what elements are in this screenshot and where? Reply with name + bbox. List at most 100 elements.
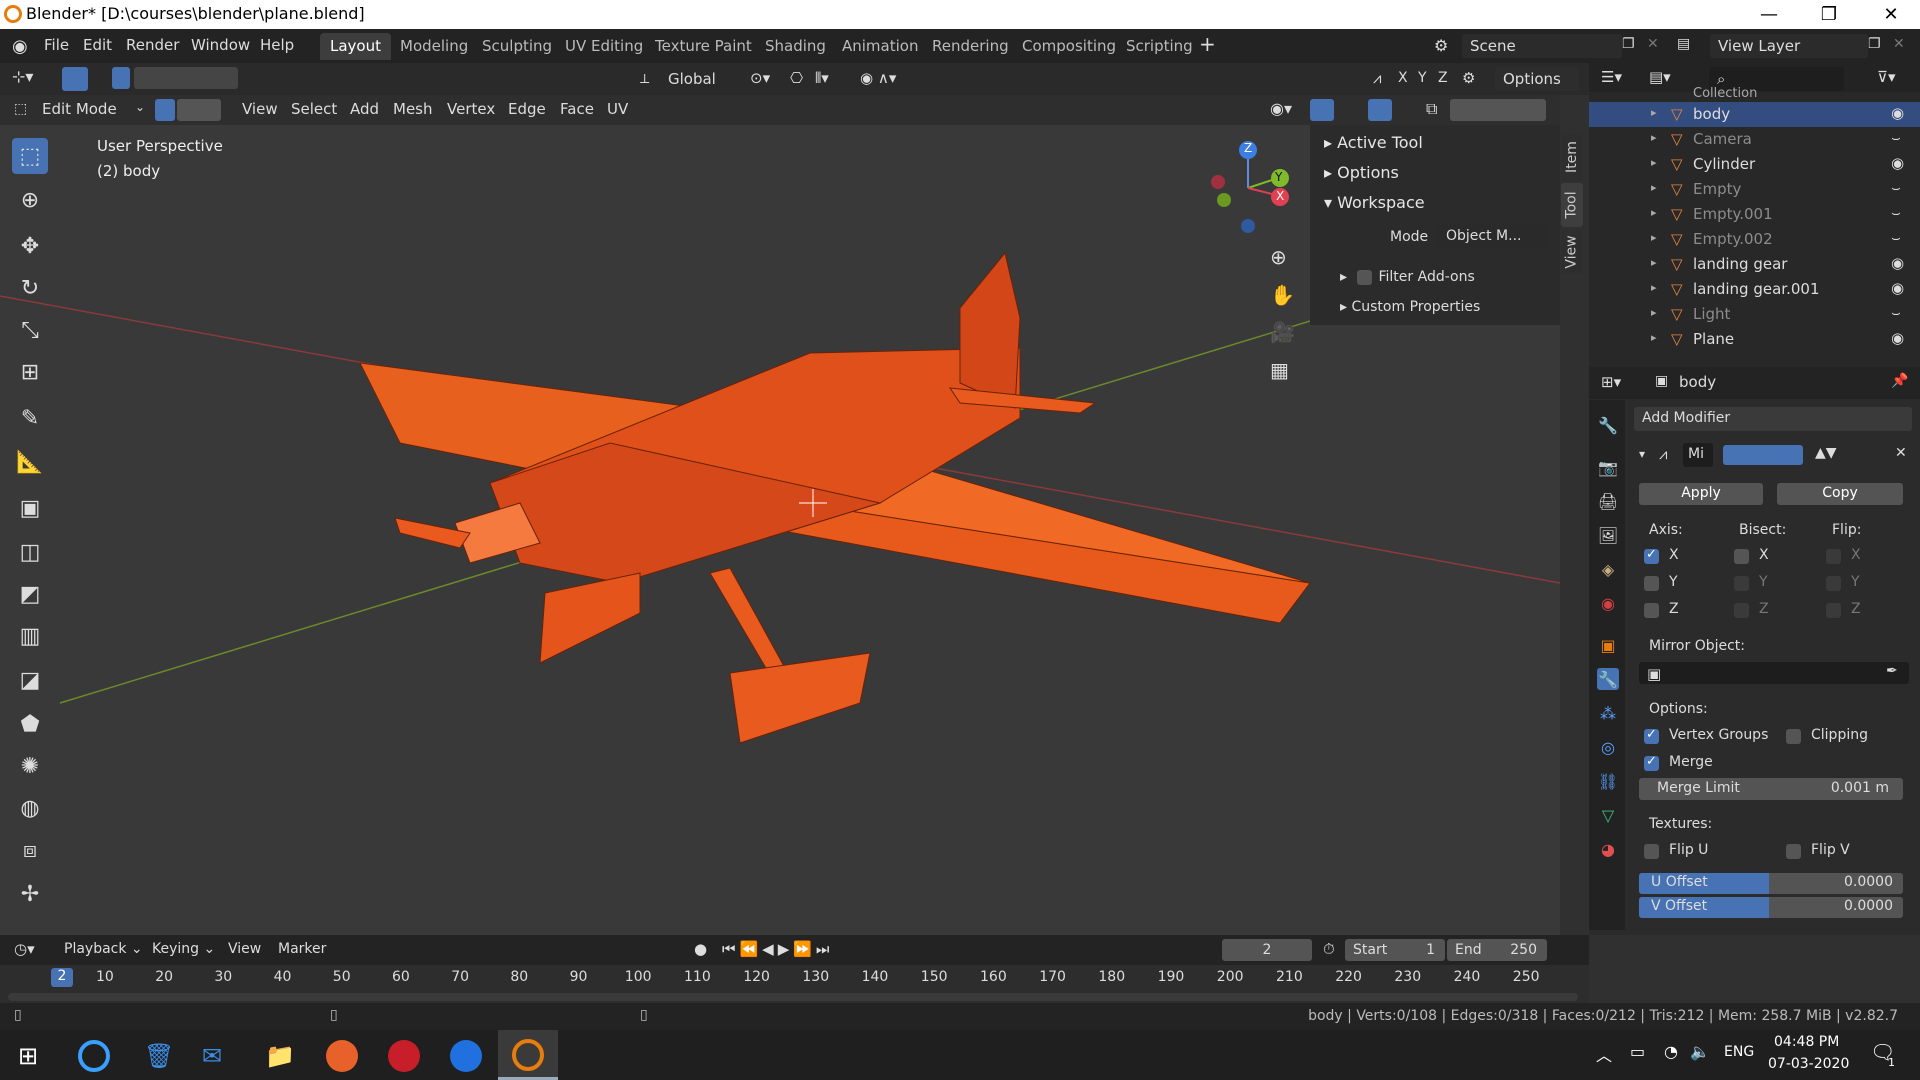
snap-icon[interactable]: ⎔ — [790, 69, 803, 87]
timeline-view-menu[interactable]: View — [228, 941, 261, 957]
particle-properties-icon[interactable]: ⁂ — [1597, 702, 1619, 724]
visibility-icon[interactable]: ◉▾ — [1270, 99, 1292, 118]
cortana-icon[interactable] — [78, 1040, 110, 1072]
app-red-icon[interactable] — [388, 1040, 420, 1072]
filter-addons-row[interactable]: ▸ Filter Add-ons — [1340, 269, 1475, 285]
axis-x-checkbox[interactable] — [1644, 547, 1659, 564]
blender-menu-icon[interactable]: ◉ — [12, 36, 28, 57]
tab-modeling[interactable]: Modeling — [390, 33, 478, 60]
clock-time[interactable]: 04:48 PM — [1774, 1034, 1839, 1050]
maps-icon[interactable] — [450, 1040, 482, 1072]
view-layer-icon[interactable]: ▤ — [1677, 36, 1690, 52]
outliner-item-name[interactable]: landing gear.001 — [1693, 280, 1819, 298]
edge-face-select-mode-buttons[interactable] — [177, 99, 221, 121]
output-properties-icon[interactable]: 🖨 — [1597, 490, 1619, 512]
visibility-eye-icon[interactable]: ◉ — [1891, 329, 1904, 347]
options-section[interactable]: ▸ Options — [1324, 163, 1399, 182]
add-workspace-icon[interactable]: + — [1199, 32, 1216, 56]
timeline-editor-icon[interactable]: ◷▾ — [14, 940, 35, 958]
scene-name-field[interactable]: Scene — [1462, 34, 1622, 58]
battery-icon[interactable]: ▭ — [1630, 1042, 1645, 1061]
material-properties-icon[interactable]: ◕ — [1597, 838, 1619, 860]
expand-icon[interactable]: ▸ — [1651, 181, 1657, 194]
tab-texture-paint[interactable]: Texture Paint — [645, 33, 762, 60]
tab-animation[interactable]: Animation — [832, 33, 928, 60]
tab-compositing[interactable]: Compositing — [1012, 33, 1126, 60]
mirror-axis-z[interactable]: Z — [1438, 70, 1448, 86]
gizmo-toggle-button[interactable] — [1310, 99, 1334, 121]
modifier-move-up-icon[interactable]: ▲▼ — [1815, 445, 1837, 461]
modifier-name-field[interactable]: Mi — [1683, 443, 1713, 467]
selection-mode-new-button[interactable] — [112, 67, 130, 89]
firefox-icon[interactable] — [326, 1040, 358, 1072]
tab-layout[interactable]: Layout — [320, 33, 391, 60]
edge-slide-tool-icon[interactable]: ⧈ — [12, 832, 48, 868]
modifier-visibility-buttons[interactable] — [1723, 445, 1803, 465]
vertex-select-mode-button[interactable] — [155, 99, 175, 121]
visibility-eye-icon[interactable]: ⌣ — [1891, 179, 1901, 197]
measure-tool-icon[interactable]: 📐 — [12, 444, 48, 480]
playback-controls[interactable]: ⏮⏪◀▶⏩⏭ — [722, 940, 833, 958]
preview-range-icon[interactable]: ⏱ — [1323, 940, 1335, 958]
outliner-item[interactable]: ▸ ▽ Empty.002 ⌣ — [1589, 227, 1920, 252]
tab-rendering[interactable]: Rendering — [922, 33, 1019, 60]
outliner-item-name[interactable]: landing gear — [1693, 255, 1787, 273]
v-offset-field[interactable]: V Offset 0.0000 — [1639, 897, 1903, 918]
physics-properties-icon[interactable]: ◎ — [1597, 736, 1619, 758]
current-frame-field[interactable]: 2 — [1222, 939, 1312, 961]
network-icon[interactable]: ◔ — [1664, 1042, 1678, 1061]
active-tool-section[interactable]: ▸ Active Tool — [1324, 133, 1423, 152]
expand-icon[interactable]: ▸ — [1651, 106, 1657, 119]
outliner-item-name[interactable]: Empty — [1693, 180, 1741, 198]
menu-vertex[interactable]: Vertex — [447, 100, 495, 118]
outliner-item-name[interactable]: Empty.001 — [1693, 205, 1773, 223]
marker-menu[interactable]: Marker — [278, 941, 326, 957]
poly-build-tool-icon[interactable]: ⬟ — [12, 706, 48, 742]
expand-icon[interactable]: ▸ — [1651, 281, 1657, 294]
expand-icon[interactable]: ▸ — [1651, 331, 1657, 344]
start-frame-field[interactable]: Start 1 — [1345, 939, 1445, 961]
data-properties-icon[interactable]: ▽ — [1597, 804, 1619, 826]
outliner-item-name[interactable]: Camera — [1693, 130, 1752, 148]
new-scene-icon[interactable]: ❐ — [1622, 36, 1635, 52]
apply-button[interactable]: Apply — [1639, 483, 1763, 505]
spin-tool-icon[interactable]: ✺ — [12, 748, 48, 784]
loop-cut-tool-icon[interactable]: ▥ — [12, 618, 48, 654]
tool-properties-icon[interactable]: 🔧 — [1597, 414, 1619, 436]
outliner-item-name[interactable]: Plane — [1693, 330, 1734, 348]
pin-icon[interactable]: 📌 — [1891, 373, 1908, 389]
rotate-tool-icon[interactable]: ↻ — [12, 270, 48, 306]
outliner-item-name[interactable]: Empty.002 — [1693, 230, 1773, 248]
add-modifier-dropdown[interactable]: Add Modifier — [1634, 407, 1912, 431]
snap-target-icon[interactable]: ⫴▾ — [815, 69, 829, 87]
menu-edit[interactable]: Edit — [83, 36, 112, 54]
scale-tool-icon[interactable]: ⤡ — [12, 312, 48, 348]
navigation-gizmo[interactable] — [1200, 138, 1310, 238]
eyedropper-icon[interactable]: ✒ — [1886, 663, 1898, 679]
menu-add[interactable]: Add — [350, 100, 379, 118]
flip-z-checkbox[interactable] — [1826, 603, 1841, 618]
shading-mode-buttons[interactable] — [1450, 99, 1546, 121]
clipping-checkbox[interactable] — [1786, 729, 1801, 744]
filter-icon[interactable]: ⊽▾ — [1877, 68, 1896, 86]
menu-render[interactable]: Render — [126, 36, 179, 54]
render-properties-icon[interactable]: 📷 — [1597, 456, 1619, 478]
selection-mode-buttons[interactable] — [134, 67, 238, 89]
pan-hand-icon[interactable]: ✋ — [1270, 283, 1295, 307]
flip-x-checkbox[interactable] — [1826, 549, 1841, 564]
recycle-bin-icon[interactable]: 🗑 — [144, 1042, 174, 1070]
keying-menu[interactable]: Keying ⌄ — [152, 941, 215, 957]
outliner-item[interactable]: ▸ ▽ body ◉ — [1589, 102, 1920, 127]
bevel-tool-icon[interactable]: ◩ — [12, 576, 48, 612]
mode-dropdown[interactable]: Edit Mode — [42, 100, 117, 118]
world-properties-icon[interactable]: ◉ — [1597, 592, 1619, 614]
minimize-button[interactable]: — — [1740, 0, 1798, 29]
visibility-eye-icon[interactable]: ⌣ — [1891, 229, 1901, 247]
outliner-item[interactable]: ▸ ▽ Empty ⌣ — [1589, 177, 1920, 202]
close-window-button[interactable]: ✕ — [1862, 0, 1920, 29]
transform-tool-icon[interactable]: ⊞ — [12, 354, 48, 390]
inset-tool-icon[interactable]: ◫ — [12, 534, 48, 570]
tab-shading[interactable]: Shading — [755, 33, 836, 60]
outliner-item[interactable]: ▸ ▽ Light ⌣ — [1589, 302, 1920, 327]
end-frame-field[interactable]: End 250 — [1447, 939, 1547, 961]
